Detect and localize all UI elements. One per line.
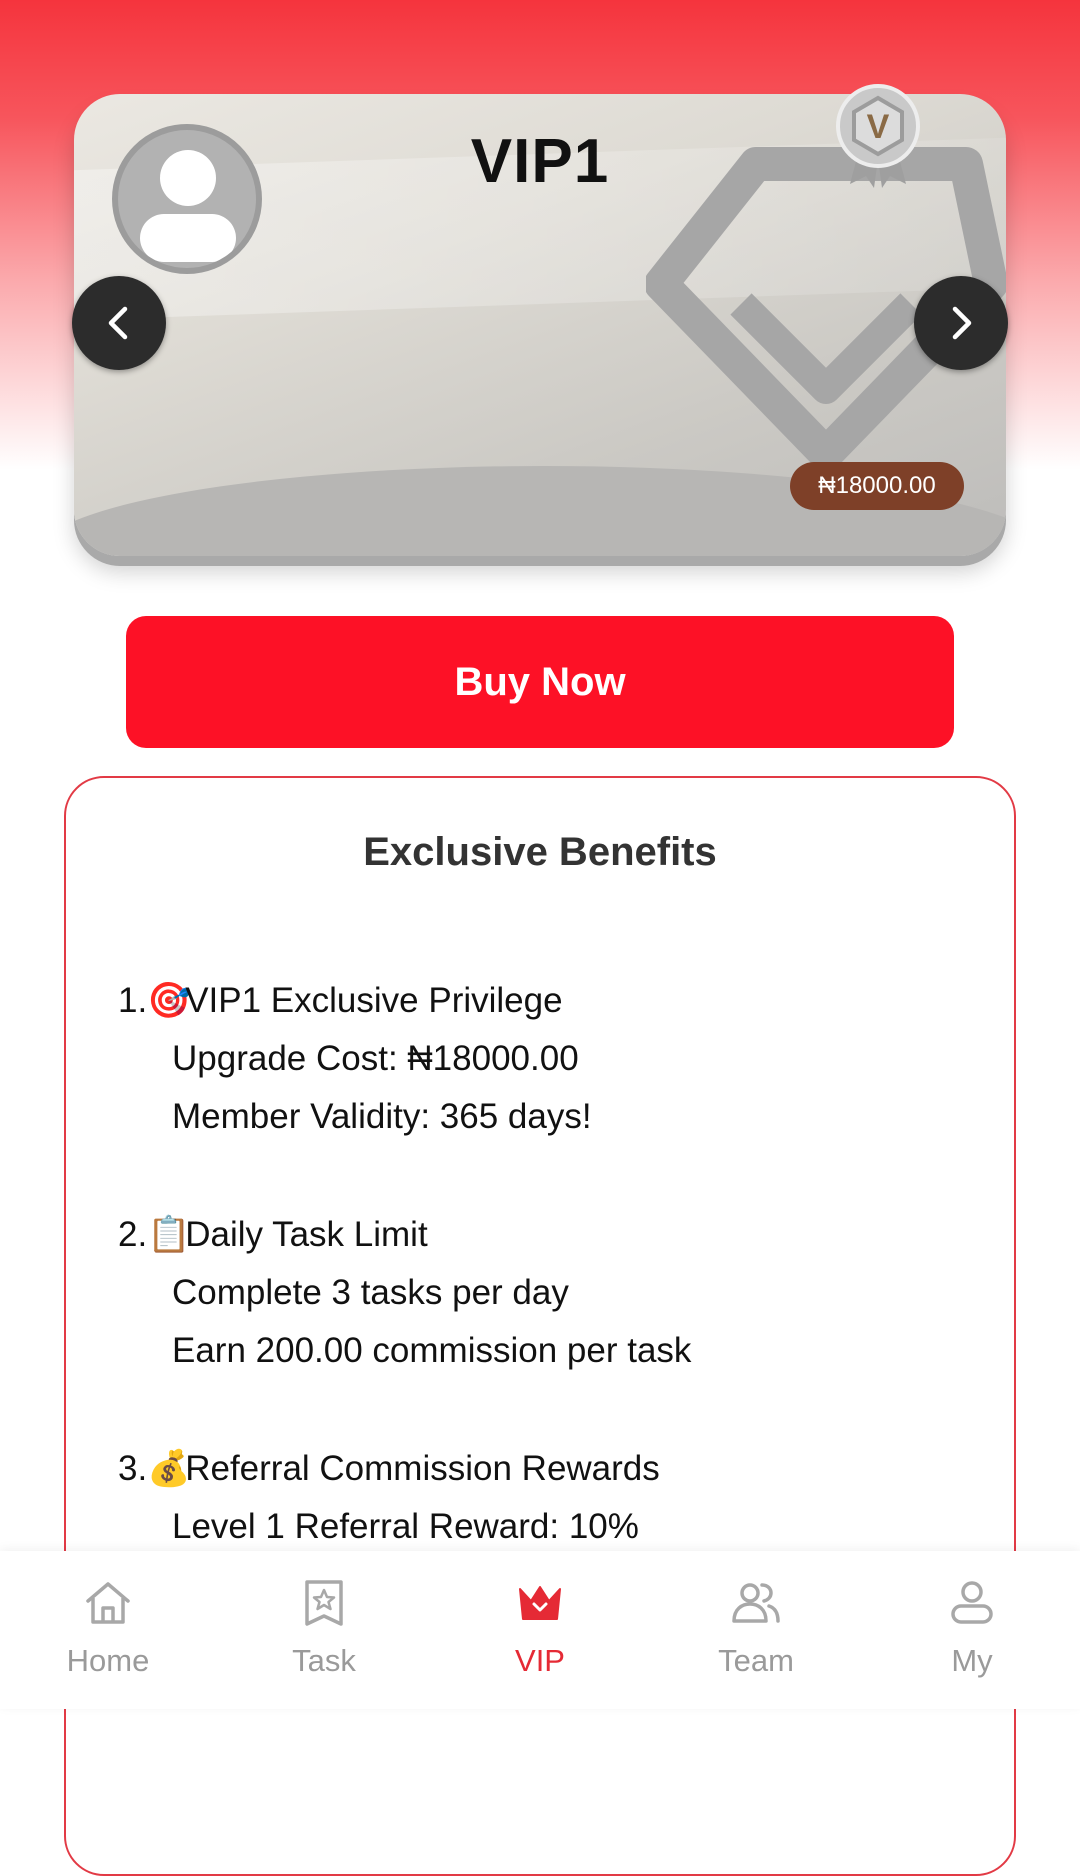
benefit-number: 3.: [118, 1449, 148, 1488]
benefit-heading: VIP1 Exclusive Privilege: [185, 981, 563, 1020]
vip-price-badge: ₦18000.00: [790, 462, 964, 510]
nav-label: VIP: [515, 1643, 565, 1678]
buy-now-button[interactable]: Buy Now: [126, 616, 954, 748]
crown-icon: [519, 1586, 561, 1620]
nav-item-team[interactable]: Team: [648, 1551, 864, 1709]
previous-level-button[interactable]: [72, 276, 166, 370]
nav-item-task[interactable]: Task: [216, 1551, 432, 1709]
benefit-item-privilege: 1.🎯VIP1 Exclusive Privilege Upgrade Cost…: [118, 972, 978, 1146]
benefit-number: 1.: [118, 981, 148, 1020]
chevron-right-icon: [952, 306, 972, 340]
vip-medal-badge-icon: V: [836, 84, 920, 188]
bottom-navigation-bar: Home Task VIP Team My: [0, 1551, 1080, 1709]
exclusive-benefits-panel: Exclusive Benefits 1.🎯VIP1 Exclusive Pri…: [64, 776, 1016, 1876]
benefit-list: 1.🎯VIP1 Exclusive Privilege Upgrade Cost…: [118, 972, 978, 1616]
nav-item-vip[interactable]: VIP: [432, 1551, 648, 1709]
user-icon: [951, 1581, 993, 1624]
nav-label: Home: [66, 1643, 150, 1678]
benefit-heading: Daily Task Limit: [185, 1215, 428, 1254]
home-icon: [86, 1582, 130, 1624]
benefit-number: 2.: [118, 1215, 148, 1254]
task-star-icon: [305, 1580, 343, 1626]
money-bag-icon: 💰: [147, 1449, 191, 1488]
clipboard-icon: 📋: [147, 1215, 191, 1254]
nav-label: Team: [718, 1643, 794, 1678]
next-level-button[interactable]: [914, 276, 1008, 370]
team-icon: [732, 1583, 780, 1623]
nav-item-my[interactable]: My: [864, 1551, 1080, 1709]
target-icon: 🎯: [147, 981, 191, 1020]
benefit-detail: Complete 3 tasks per day: [172, 1273, 569, 1312]
badge-letter: V: [867, 108, 890, 146]
nav-label: Task: [292, 1643, 356, 1678]
nav-label: My: [951, 1643, 993, 1678]
benefit-item-daily-task: 2.📋Daily Task Limit Complete 3 tasks per…: [118, 1206, 978, 1380]
chevron-left-icon: [108, 306, 128, 340]
benefit-detail: Upgrade Cost: ₦18000.00: [172, 1039, 579, 1078]
benefit-detail: Member Validity: 365 days!: [172, 1097, 592, 1136]
benefits-title: Exclusive Benefits: [363, 830, 717, 874]
nav-item-home[interactable]: Home: [0, 1551, 216, 1709]
benefit-detail: Level 1 Referral Reward: 10%: [172, 1507, 639, 1546]
benefit-detail: Earn 200.00 commission per task: [172, 1331, 692, 1370]
benefit-heading: Referral Commission Rewards: [185, 1449, 660, 1488]
benefit-item-referral: 3.💰Referral Commission Rewards Level 1 R…: [118, 1440, 978, 1556]
